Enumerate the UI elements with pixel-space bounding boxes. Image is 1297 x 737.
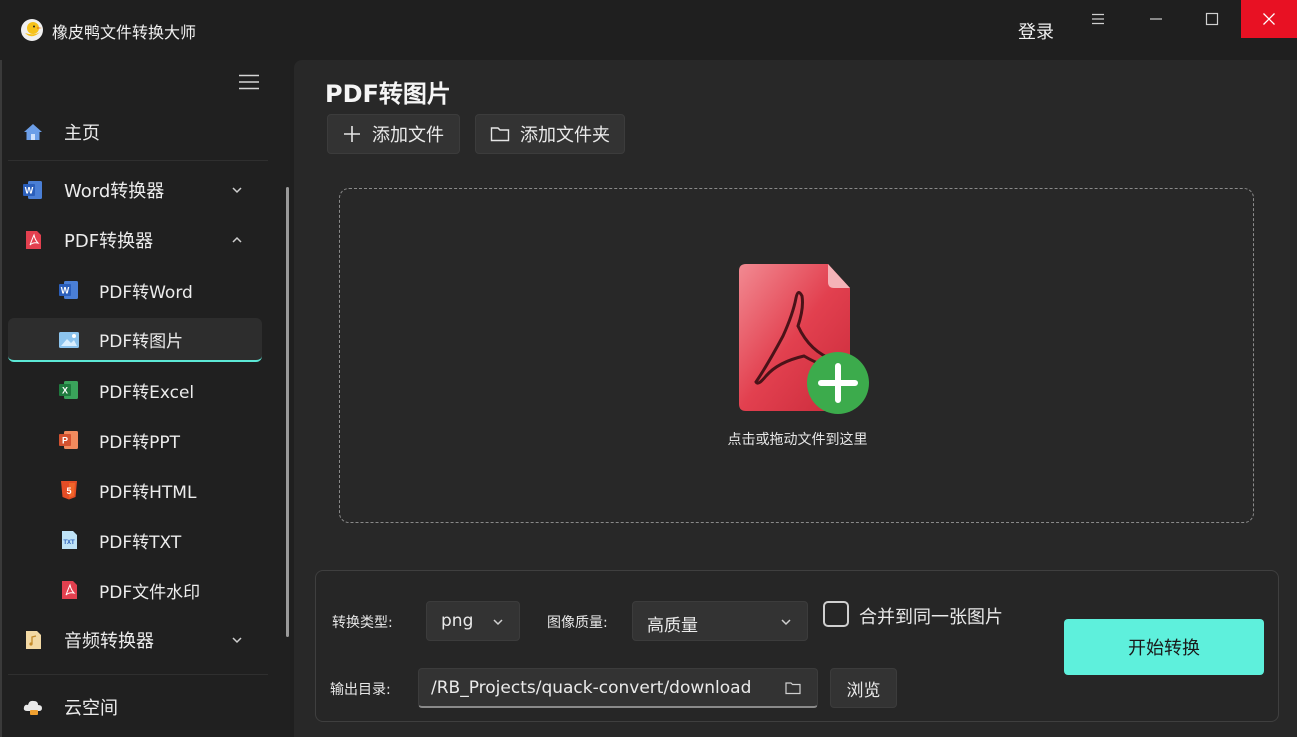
chevron-down-icon <box>232 187 242 194</box>
menu-icon <box>1092 13 1104 25</box>
sidebar-item-label: PDF文件水印 <box>99 582 201 603</box>
sidebar-item-label: PDF转PPT <box>99 432 181 453</box>
html5-icon: 5 <box>61 481 77 500</box>
sidebar-item-word-converter[interactable]: W Word转换器 <box>8 168 262 212</box>
image-quality-select[interactable]: 高质量 <box>632 601 808 641</box>
sidebar-item-audio-converter[interactable]: 音频转换器 <box>8 618 262 662</box>
app-logo-icon <box>21 19 43 41</box>
home-icon <box>24 124 42 140</box>
login-link[interactable]: 登录 <box>1018 18 1054 44</box>
folder-icon <box>490 127 510 142</box>
chevron-down-icon <box>781 619 791 626</box>
cloud-icon <box>23 700 42 715</box>
audio-file-icon <box>26 631 41 649</box>
chevron-down-icon <box>493 619 503 626</box>
output-dir-label: 输出目录: <box>330 682 391 698</box>
sidebar-item-label: PDF转Excel <box>99 382 195 403</box>
folder-icon[interactable] <box>785 681 801 695</box>
sidebar-item-pdf-to-excel[interactable]: X PDF转Excel <box>8 368 262 412</box>
minimize-icon <box>1150 18 1162 20</box>
sidebar-item-pdf-converter[interactable]: PDF转换器 <box>8 218 262 262</box>
window-menu-button[interactable] <box>1070 0 1126 38</box>
pdf-icon <box>26 231 41 249</box>
browse-button[interactable]: 浏览 <box>830 668 897 708</box>
sidebar-toggle-icon[interactable] <box>238 74 260 90</box>
sidebar-item-pdf-to-image[interactable]: PDF转图片 <box>8 318 262 362</box>
maximize-icon <box>1205 12 1219 26</box>
image-quality-label: 图像质量: <box>547 615 608 631</box>
page-title: PDF转图片 <box>325 80 451 108</box>
close-icon <box>1263 13 1275 25</box>
sidebar-divider <box>8 674 268 675</box>
sidebar-item-label: PDF转换器 <box>64 231 154 252</box>
add-folder-button[interactable]: 添加文件夹 <box>475 114 625 154</box>
sidebar-item-label: PDF转HTML <box>99 482 197 503</box>
image-quality-value: 高质量 <box>647 616 698 636</box>
convert-type-label: 转换类型: <box>332 615 393 631</box>
sidebar-item-label: PDF转Word <box>99 282 193 303</box>
pdf-icon <box>62 581 77 599</box>
maximize-button[interactable] <box>1184 0 1240 38</box>
svg-text:P: P <box>62 436 68 446</box>
sidebar-item-pdf-to-word[interactable]: W PDF转Word <box>8 268 262 312</box>
main-panel: PDF转图片 添加文件 添加文件夹 点击或拖动文件到这里 转换类型: png 图… <box>294 60 1297 737</box>
word-icon: W <box>59 281 78 299</box>
sidebar-divider <box>8 160 268 161</box>
svg-text:W: W <box>25 186 34 196</box>
svg-text:W: W <box>61 286 70 296</box>
sidebar-item-label: 云空间 <box>64 698 118 719</box>
add-file-button[interactable]: 添加文件 <box>327 114 460 154</box>
sidebar-item-home[interactable]: 主页 <box>8 110 262 154</box>
sidebar-item-label: 主页 <box>64 123 100 144</box>
ppt-icon: P <box>59 431 78 449</box>
sidebar-item-pdf-to-ppt[interactable]: P PDF转PPT <box>8 418 262 462</box>
txt-icon: TXT <box>62 531 77 549</box>
app-title: 橡皮鸭文件转换大师 <box>52 23 197 42</box>
plus-icon <box>344 126 360 142</box>
minimize-button[interactable] <box>1128 0 1184 38</box>
add-folder-label: 添加文件夹 <box>520 125 610 146</box>
convert-type-select[interactable]: png <box>426 601 520 641</box>
excel-icon: X <box>59 381 78 399</box>
convert-type-value: png <box>441 611 474 631</box>
sidebar-item-label: PDF转图片 <box>99 331 184 352</box>
word-icon: W <box>23 181 42 199</box>
merge-images-label: 合并到同一张图片 <box>859 607 1003 628</box>
chevron-down-icon <box>232 637 242 644</box>
drop-hint-text: 点击或拖动文件到这里 <box>727 432 868 448</box>
output-dir-input[interactable]: /RB_Projects/quack-convert/download <box>418 668 818 708</box>
svg-text:TXT: TXT <box>63 540 75 546</box>
image-icon <box>59 332 79 348</box>
start-convert-button[interactable]: 开始转换 <box>1064 619 1264 675</box>
options-panel: 转换类型: png 图像质量: 高质量 合并到同一张图片 输出目录: /RB_P… <box>315 570 1279 722</box>
sidebar-item-label: Word转换器 <box>64 181 165 202</box>
sidebar: 主页 W Word转换器 PDF转换器 W PDF转Word PDF转图片 X … <box>0 60 290 737</box>
pdf-add-icon <box>739 264 869 414</box>
sidebar-item-pdf-to-html[interactable]: 5 PDF转HTML <box>8 468 262 512</box>
chevron-up-icon <box>232 236 242 243</box>
file-drop-zone[interactable]: 点击或拖动文件到这里 <box>339 188 1254 523</box>
svg-text:5: 5 <box>66 486 71 496</box>
close-button[interactable] <box>1241 0 1297 38</box>
merge-images-checkbox[interactable] <box>823 601 849 627</box>
sidebar-item-pdf-to-txt[interactable]: TXT PDF转TXT <box>8 518 262 562</box>
add-file-label: 添加文件 <box>372 125 444 146</box>
sidebar-item-cloud[interactable]: 云空间 <box>8 685 262 729</box>
title-bar: 橡皮鸭文件转换大师 登录 <box>0 0 1297 60</box>
sidebar-item-label: PDF转TXT <box>99 532 182 553</box>
sidebar-scrollbar[interactable] <box>286 187 289 637</box>
output-dir-value: /RB_Projects/quack-convert/download <box>431 678 752 698</box>
sidebar-item-pdf-watermark[interactable]: PDF文件水印 <box>8 568 262 612</box>
svg-text:X: X <box>62 386 68 396</box>
sidebar-item-label: 音频转换器 <box>64 631 154 652</box>
